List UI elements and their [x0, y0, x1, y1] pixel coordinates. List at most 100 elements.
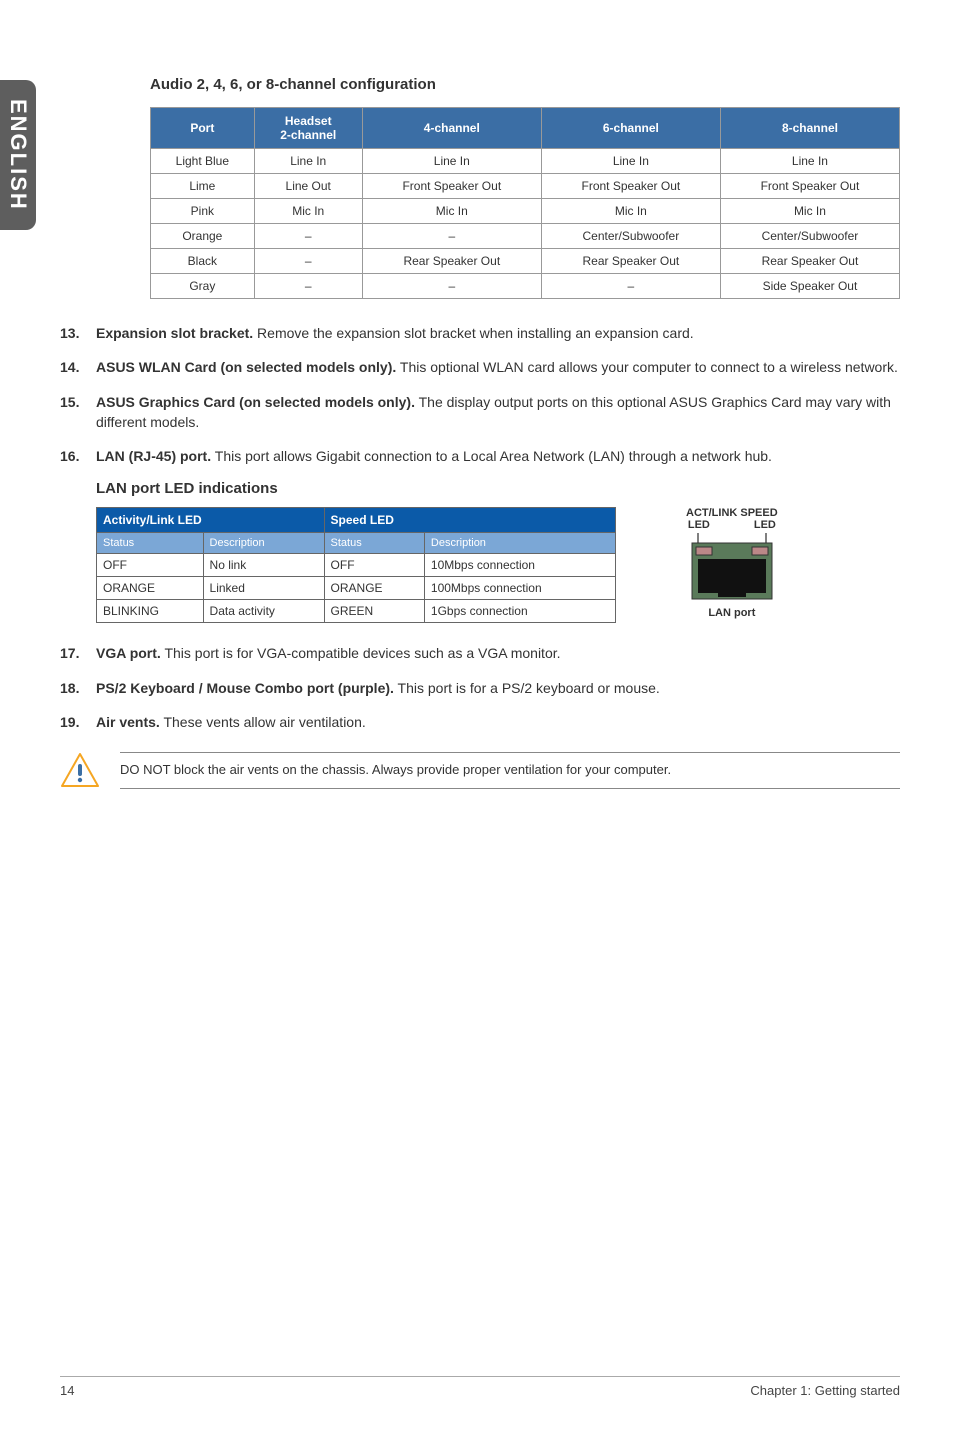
- warning-text: DO NOT block the air vents on the chassi…: [120, 752, 900, 788]
- table-cell: Linked: [203, 577, 324, 600]
- item-title: ASUS WLAN Card (on selected models only)…: [96, 359, 396, 375]
- table-cell: Side Speaker Out: [720, 274, 899, 299]
- lan-port-diagram: ACT/LINK SPEED LED LED LAN port: [686, 507, 778, 619]
- table-cell: BLINKING: [97, 600, 204, 623]
- item-body: PS/2 Keyboard / Mouse Combo port (purple…: [96, 678, 900, 698]
- table-cell: Data activity: [203, 600, 324, 623]
- table-cell: 10Mbps connection: [424, 554, 615, 577]
- audio-table-header: 8-channel: [720, 108, 899, 149]
- numbered-list-2: 17.VGA port. This port is for VGA-compat…: [60, 643, 900, 732]
- activity-link-led-header: Activity/Link LED: [97, 508, 325, 533]
- table-cell: Gray: [151, 274, 255, 299]
- item-title: ASUS Graphics Card (on selected models o…: [96, 394, 415, 410]
- item-number: 16.: [60, 446, 96, 466]
- table-cell: Front Speaker Out: [541, 174, 720, 199]
- diagram-top-label: ACT/LINK SPEED: [686, 507, 778, 519]
- table-cell: ORANGE: [324, 577, 424, 600]
- item-number: 15.: [60, 392, 96, 433]
- warning-callout: DO NOT block the air vents on the chassi…: [60, 752, 900, 791]
- list-item: 17.VGA port. This port is for VGA-compat…: [60, 643, 900, 663]
- page-number: 14: [60, 1383, 74, 1398]
- table-cell: ORANGE: [97, 577, 204, 600]
- item-number: 19.: [60, 712, 96, 732]
- item-title: Air vents.: [96, 714, 160, 730]
- table-cell: 1Gbps connection: [424, 600, 615, 623]
- table-cell: Line In: [254, 149, 362, 174]
- table-cell: GREEN: [324, 600, 424, 623]
- list-item: 19.Air vents. These vents allow air vent…: [60, 712, 900, 732]
- table-cell: No link: [203, 554, 324, 577]
- table-cell: –: [254, 224, 362, 249]
- table-cell: OFF: [97, 554, 204, 577]
- table-cell: Rear Speaker Out: [541, 249, 720, 274]
- page-content: Audio 2, 4, 6, or 8-channel configuratio…: [60, 76, 900, 791]
- language-tab: ENGLISH: [0, 80, 36, 230]
- table-row: ORANGELinkedORANGE100Mbps connection: [97, 577, 616, 600]
- table-cell: Black: [151, 249, 255, 274]
- list-item: 14.ASUS WLAN Card (on selected models on…: [60, 357, 900, 377]
- audio-config-table: PortHeadset2-channel4-channel6-channel8-…: [150, 107, 900, 299]
- diagram-right-led: LED: [754, 519, 776, 531]
- warning-icon: [60, 752, 100, 791]
- table-cell: –: [362, 274, 541, 299]
- table-row: Gray–––Side Speaker Out: [151, 274, 900, 299]
- table-cell: –: [254, 274, 362, 299]
- table-cell: OFF: [324, 554, 424, 577]
- table-cell: 100Mbps connection: [424, 577, 615, 600]
- table-cell: Rear Speaker Out: [362, 249, 541, 274]
- table-row: OFFNo linkOFF10Mbps connection: [97, 554, 616, 577]
- audio-table-header: 6-channel: [541, 108, 720, 149]
- table-cell: Light Blue: [151, 149, 255, 174]
- audio-config-heading: Audio 2, 4, 6, or 8-channel configuratio…: [150, 76, 900, 93]
- table-cell: Pink: [151, 199, 255, 224]
- table-cell: Center/Subwoofer: [720, 224, 899, 249]
- table-cell: Front Speaker Out: [720, 174, 899, 199]
- table-row: LimeLine Out Front Speaker OutFront Speak…: [151, 174, 900, 199]
- table-row: Light BlueLine InLine InLine InLine In: [151, 149, 900, 174]
- diagram-left-led: LED: [688, 519, 710, 531]
- list-item: 15.ASUS Graphics Card (on selected model…: [60, 392, 900, 433]
- table-cell: Mic In: [362, 199, 541, 224]
- speed-led-header: Speed LED: [324, 508, 615, 533]
- rj45-port-icon: [688, 533, 776, 603]
- table-cell: Lime: [151, 174, 255, 199]
- diagram-bottom-label: LAN port: [686, 607, 778, 619]
- item-title: LAN (RJ-45) port.: [96, 448, 211, 464]
- list-item: 13.Expansion slot bracket. Remove the ex…: [60, 323, 900, 343]
- page-footer: 14 Chapter 1: Getting started: [60, 1376, 900, 1398]
- lan-led-table: Activity/Link LED Speed LED StatusDescri…: [96, 507, 616, 623]
- lan-led-heading: LAN port LED indications: [96, 480, 900, 497]
- table-cell: Center/Subwoofer: [541, 224, 720, 249]
- item-title: VGA port.: [96, 645, 161, 661]
- lan-subheader: Description: [203, 533, 324, 554]
- item-number: 13.: [60, 323, 96, 343]
- table-cell: –: [254, 249, 362, 274]
- item-body: Expansion slot bracket. Remove the expan…: [96, 323, 900, 343]
- table-cell: Mic In: [254, 199, 362, 224]
- item-number: 17.: [60, 643, 96, 663]
- table-cell: –: [362, 224, 541, 249]
- item-body: ASUS Graphics Card (on selected models o…: [96, 392, 900, 433]
- table-row: Orange––Center/SubwooferCenter/Subwoofer: [151, 224, 900, 249]
- table-row: PinkMic InMic InMic InMic In: [151, 199, 900, 224]
- table-cell: Mic In: [720, 199, 899, 224]
- table-cell: Line In: [720, 149, 899, 174]
- table-row: BLINKINGData activityGREEN1Gbps connecti…: [97, 600, 616, 623]
- table-cell: –: [541, 274, 720, 299]
- chapter-label: Chapter 1: Getting started: [750, 1383, 900, 1398]
- audio-table-header: 4-channel: [362, 108, 541, 149]
- lan-subheader: Status: [324, 533, 424, 554]
- list-item: 16.LAN (RJ-45) port. This port allows Gi…: [60, 446, 900, 466]
- audio-table-header: Port: [151, 108, 255, 149]
- item-title: PS/2 Keyboard / Mouse Combo port (purple…: [96, 680, 394, 696]
- item-body: Air vents. These vents allow air ventila…: [96, 712, 900, 732]
- item-number: 14.: [60, 357, 96, 377]
- table-cell: Line Out: [254, 174, 362, 199]
- numbered-list-1: 13.Expansion slot bracket. Remove the ex…: [60, 323, 900, 466]
- lan-subheader: Status: [97, 533, 204, 554]
- table-cell: Orange: [151, 224, 255, 249]
- table-cell: Line In: [541, 149, 720, 174]
- audio-table-header: Headset2-channel: [254, 108, 362, 149]
- item-body: LAN (RJ-45) port. This port allows Gigab…: [96, 446, 900, 466]
- item-body: ASUS WLAN Card (on selected models only)…: [96, 357, 900, 377]
